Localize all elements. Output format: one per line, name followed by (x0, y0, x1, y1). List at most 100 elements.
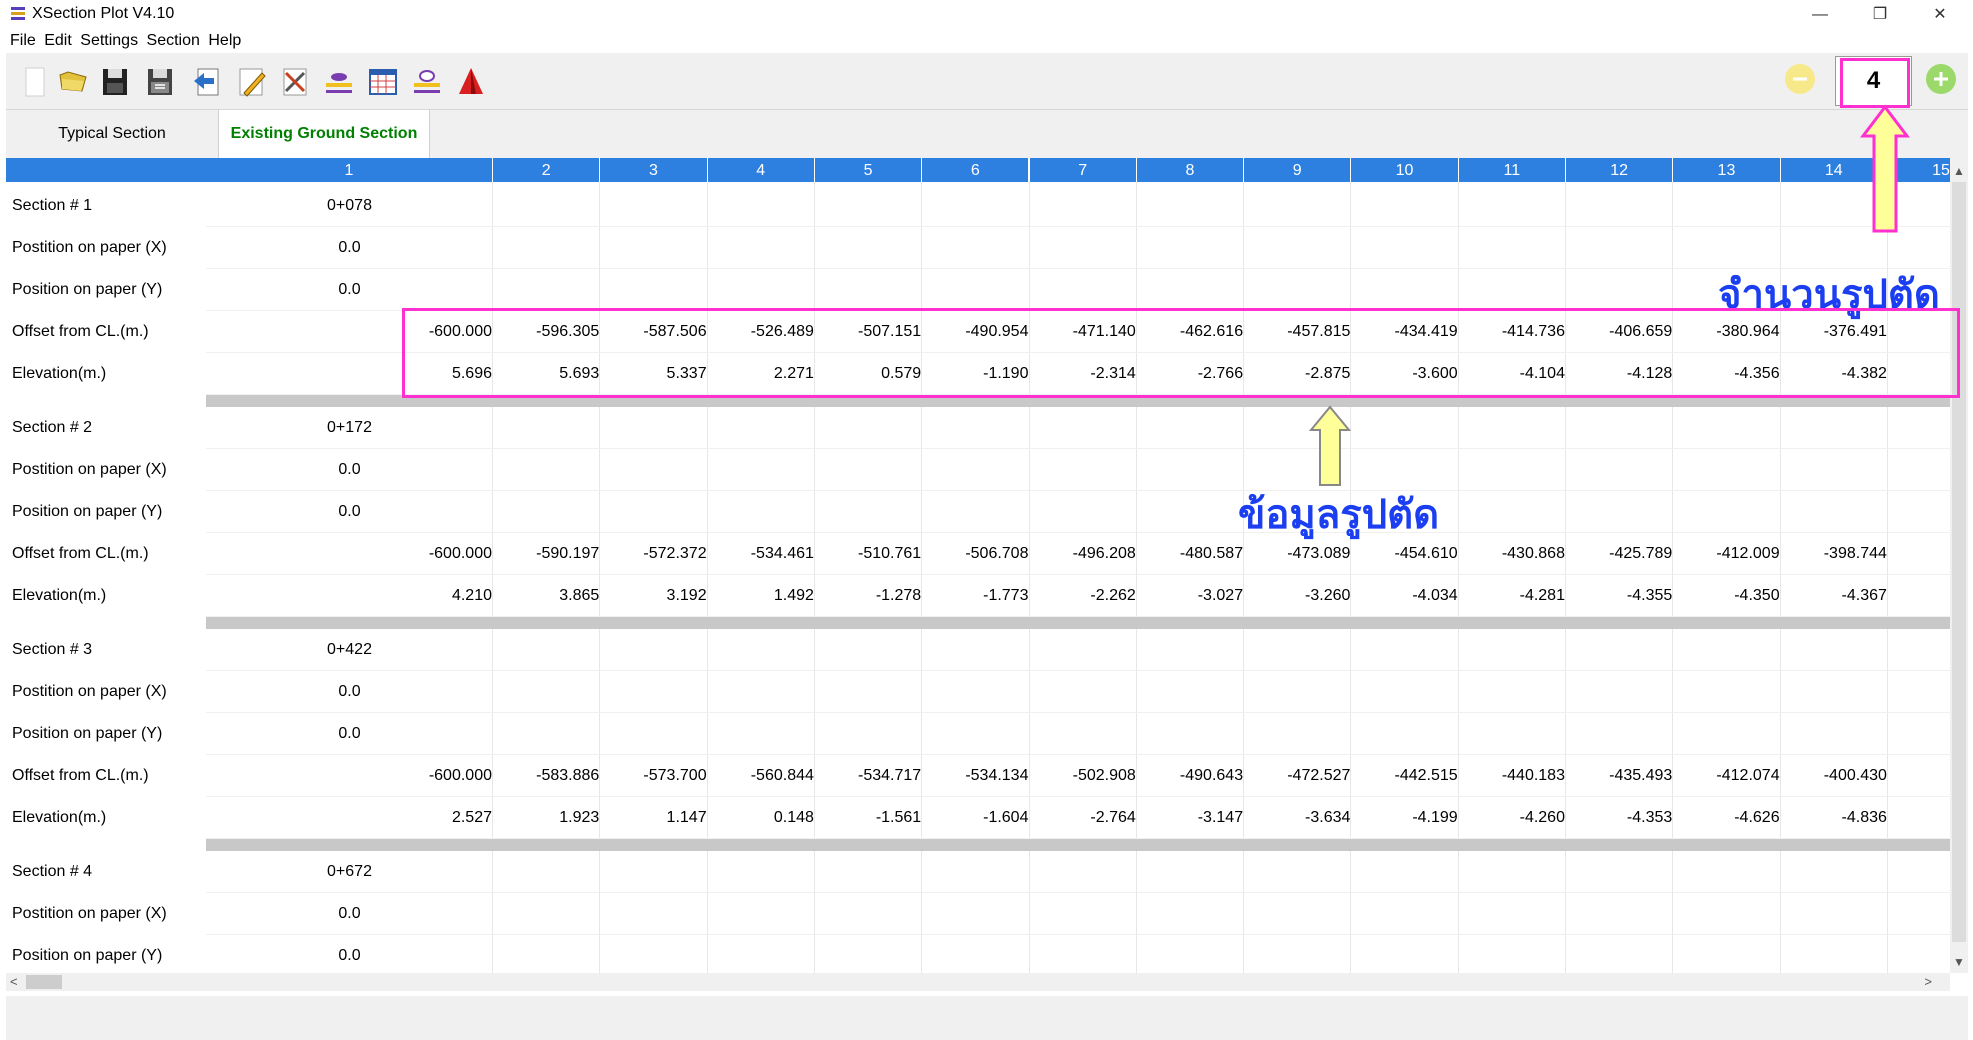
table-cell[interactable]: -560.844 (708, 755, 815, 797)
table-cell[interactable]: -534.134 (922, 755, 1029, 797)
column-header[interactable]: 8 (1136, 158, 1245, 182)
table-cell[interactable]: -400.430 (1781, 755, 1888, 797)
table-cell[interactable]: -442.515 (1351, 755, 1458, 797)
new-file-icon[interactable] (16, 63, 54, 101)
table-cell[interactable]: 3.865 (493, 575, 600, 617)
table-cell[interactable]: -412.074 (1673, 755, 1780, 797)
table-cell[interactable]: -435.493 (1566, 755, 1673, 797)
layer-alt-icon[interactable] (408, 63, 446, 101)
table-cell[interactable]: -440.183 (1459, 755, 1566, 797)
column-header[interactable]: 9 (1244, 158, 1352, 182)
table-cell[interactable]: -4.836 (1781, 797, 1888, 839)
minus-icon[interactable] (1785, 64, 1815, 94)
table-cell[interactable]: -4.353 (1566, 797, 1673, 839)
edit-pencil-icon[interactable] (232, 63, 270, 101)
table-cell[interactable]: -534.717 (815, 755, 922, 797)
column-header[interactable]: 10 (1351, 158, 1459, 182)
table-cell[interactable]: -600.000 (206, 533, 493, 575)
table-cell[interactable]: 0.0 (206, 269, 493, 311)
table-cell[interactable]: -3.260 (1244, 575, 1351, 617)
table-cell[interactable]: -398.744 (1781, 533, 1888, 575)
table-cell[interactable]: 1.923 (493, 797, 600, 839)
layer-icon[interactable] (320, 63, 358, 101)
station-cell[interactable]: 0+672 (206, 851, 493, 893)
table-cell[interactable]: -590.197 (493, 533, 600, 575)
station-cell[interactable]: 0+078 (206, 185, 493, 227)
scroll-left-icon[interactable]: < (10, 974, 18, 989)
vertical-scrollbar[interactable]: ▲ ▼ (1950, 158, 1968, 973)
column-header[interactable]: 2 (493, 158, 601, 182)
open-folder-icon[interactable] (54, 63, 92, 101)
scroll-right-icon[interactable]: > (1924, 974, 1932, 989)
table-cell[interactable]: -4.626 (1673, 797, 1780, 839)
table-cell[interactable]: -4.034 (1351, 575, 1458, 617)
table-cell[interactable]: 1.492 (708, 575, 815, 617)
save-as-icon[interactable] (141, 63, 179, 101)
table-cell[interactable]: -1.773 (922, 575, 1029, 617)
table-cell[interactable]: -425.789 (1566, 533, 1673, 575)
table-cell[interactable]: -4.260 (1459, 797, 1566, 839)
table-cell[interactable]: 0.0 (206, 449, 493, 491)
table-cell[interactable]: -430.868 (1459, 533, 1566, 575)
column-header[interactable]: 5 (814, 158, 923, 182)
save-icon[interactable] (96, 63, 134, 101)
table-cell[interactable]: -1.278 (815, 575, 922, 617)
menu-settings[interactable]: Settings (78, 30, 140, 52)
vertical-scroll-thumb[interactable] (1952, 182, 1966, 942)
table-cell[interactable]: -2.262 (1030, 575, 1137, 617)
station-cell[interactable]: 0+172 (206, 407, 493, 449)
tab-existing-ground-section[interactable]: Existing Ground Section (218, 110, 430, 158)
table-cell[interactable]: -4.367 (1781, 575, 1888, 617)
table-cell[interactable]: 0.0 (206, 893, 493, 935)
menu-edit[interactable]: Edit (42, 30, 74, 52)
table-cell[interactable]: -572.372 (600, 533, 707, 575)
column-header[interactable]: 3 (600, 158, 708, 182)
table-cell[interactable]: 2.527 (206, 797, 493, 839)
table-cell[interactable]: 0.0 (206, 713, 493, 755)
table-cell[interactable]: -412.009 (1673, 533, 1780, 575)
table-cell[interactable]: -573.700 (600, 755, 707, 797)
menu-section[interactable]: Section (145, 30, 202, 52)
column-header[interactable]: 13 (1673, 158, 1781, 182)
column-header[interactable]: 4 (707, 158, 815, 182)
scroll-down-icon[interactable]: ▼ (1953, 955, 1965, 969)
horizontal-scroll-thumb[interactable] (26, 975, 62, 989)
table-cell[interactable]: 0.0 (206, 935, 493, 973)
column-header[interactable]: 12 (1566, 158, 1674, 182)
horizontal-scrollbar[interactable]: < > (6, 973, 1950, 991)
import-icon[interactable] (188, 63, 226, 101)
table-cell[interactable]: -4.350 (1673, 575, 1780, 617)
table-cell[interactable]: -1.561 (815, 797, 922, 839)
table-cell[interactable]: -506.708 (922, 533, 1029, 575)
restore-button[interactable]: ❐ (1858, 2, 1902, 28)
table-cell[interactable]: -4.355 (1566, 575, 1673, 617)
minimize-button[interactable]: — (1798, 2, 1842, 28)
tools-icon[interactable] (276, 63, 314, 101)
table-cell[interactable]: -480.587 (1137, 533, 1244, 575)
table-cell[interactable]: -600.000 (206, 755, 493, 797)
table-cell[interactable]: -3.147 (1137, 797, 1244, 839)
station-cell[interactable]: 0+422 (206, 629, 493, 671)
scroll-up-icon[interactable]: ▲ (1953, 164, 1965, 178)
table-cell[interactable]: -502.908 (1030, 755, 1137, 797)
close-button[interactable]: ✕ (1918, 2, 1962, 28)
column-header[interactable]: 11 (1458, 158, 1566, 182)
table-cell[interactable]: 0.0 (206, 491, 493, 533)
table-cell[interactable]: 1.147 (600, 797, 707, 839)
table-cell[interactable]: -3.634 (1244, 797, 1351, 839)
table-cell[interactable]: -4.199 (1351, 797, 1458, 839)
table-cell[interactable]: -496.208 (1030, 533, 1137, 575)
menu-file[interactable]: File (8, 30, 38, 52)
tab-typical-section[interactable]: Typical Section (6, 110, 218, 158)
table-cell[interactable]: 3.192 (600, 575, 707, 617)
table-cell[interactable]: 0.0 (206, 671, 493, 713)
table-icon[interactable] (364, 63, 402, 101)
table-cell[interactable]: -3.027 (1137, 575, 1244, 617)
table-cell[interactable]: -472.527 (1244, 755, 1351, 797)
menu-help[interactable]: Help (206, 30, 243, 52)
table-cell[interactable]: 0.0 (206, 227, 493, 269)
table-cell[interactable]: -534.461 (708, 533, 815, 575)
table-cell[interactable]: -4.281 (1459, 575, 1566, 617)
table-cell[interactable]: 0.148 (708, 797, 815, 839)
column-header[interactable]: 1 (206, 158, 493, 182)
